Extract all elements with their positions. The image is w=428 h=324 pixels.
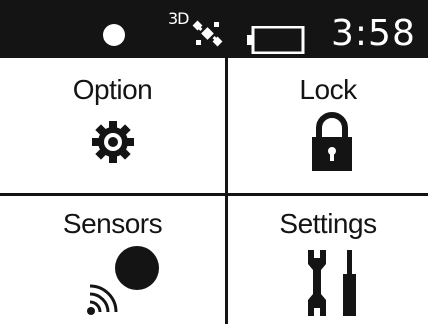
device-screen: 3D 3:58 Option Lock Sensors Settings bbox=[0, 0, 428, 324]
gps-satellite-icon bbox=[192, 20, 223, 47]
menu-item-settings-label: Settings bbox=[279, 208, 377, 239]
menu-item-option-label: Option bbox=[72, 74, 153, 105]
record-dot-icon bbox=[103, 24, 125, 46]
menu-item-option[interactable]: Option bbox=[0, 58, 228, 196]
menu-item-sensors[interactable]: Sensors bbox=[0, 196, 228, 324]
menu-item-settings[interactable]: Settings bbox=[228, 196, 428, 324]
gear-icon bbox=[92, 121, 134, 163]
battery-icon bbox=[247, 26, 305, 54]
status-bar: 3D 3:58 bbox=[0, 0, 428, 58]
gps-fix-label: 3D bbox=[168, 9, 189, 28]
menu-item-lock-label: Lock bbox=[299, 74, 357, 105]
main-menu-grid: Option Lock Sensors Settings bbox=[0, 58, 428, 324]
menu-item-sensors-label: Sensors bbox=[62, 208, 163, 239]
wrench-screwdriver-icon bbox=[308, 250, 356, 316]
gps-status: 3D bbox=[168, 9, 234, 53]
clock-time: 3:58 bbox=[331, 13, 416, 54]
padlock-icon bbox=[312, 112, 352, 171]
menu-item-lock[interactable]: Lock bbox=[228, 58, 428, 196]
wireless-sensor-icon bbox=[87, 246, 159, 315]
